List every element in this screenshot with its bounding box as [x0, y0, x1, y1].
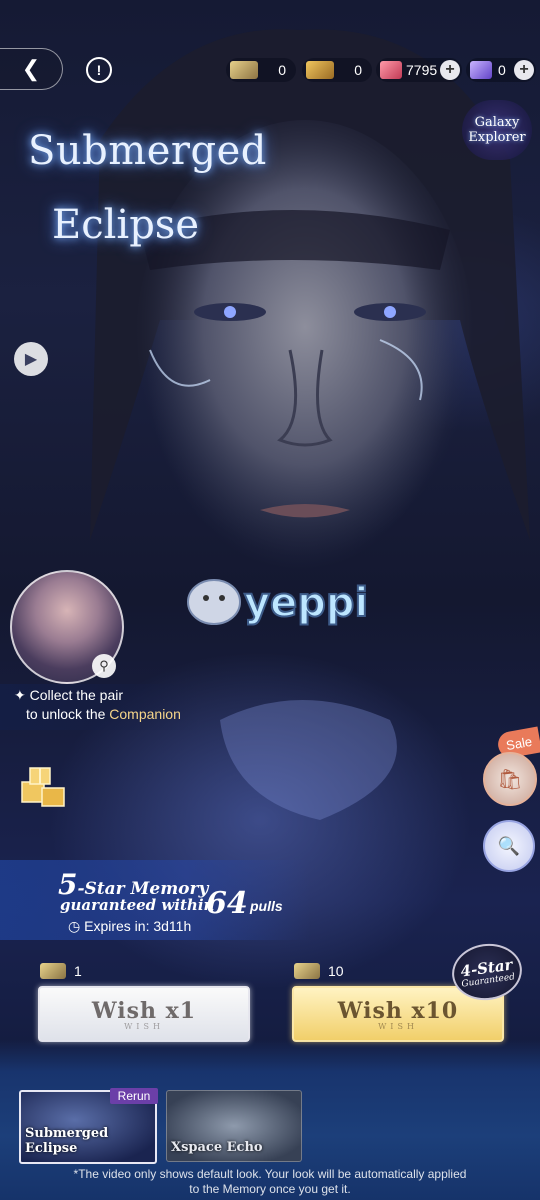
disclaimer: *The video only shows default look. Your…	[20, 1167, 520, 1197]
wish-x10-sub: WISH	[378, 1021, 418, 1031]
search-icon: ⚲	[99, 658, 109, 673]
wish-x10-label: Wish x10	[337, 997, 459, 1024]
ticket-icon	[230, 61, 258, 79]
disclaimer-line2: to the Memory once you get it.	[189, 1182, 351, 1196]
wish-record-button[interactable]: 🔍	[483, 820, 535, 872]
companion-preview-button[interactable]: ⚲	[92, 654, 116, 678]
info-button[interactable]: !	[86, 57, 112, 83]
back-button[interactable]: ❮	[0, 48, 63, 90]
companion-line2-highlight: Companion	[109, 706, 181, 722]
shop-button[interactable]: 🛍	[483, 752, 537, 806]
expires-text: Expires in: 3d11h	[84, 918, 192, 934]
companion-line1-text: Collect the pair	[29, 687, 124, 703]
play-video-button[interactable]: ▶	[14, 342, 48, 376]
rerun-badge: Rerun	[110, 1088, 158, 1104]
shopping-bag-icon: 🛍	[497, 768, 523, 791]
companion-hint-line2: to unlock the Companion	[14, 705, 200, 724]
gift-icon[interactable]	[14, 760, 70, 816]
ticket-icon	[40, 963, 66, 979]
galaxy-explorer-button[interactable]: Galaxy Explorer	[462, 100, 532, 160]
galaxy-label-line1: Galaxy	[474, 115, 520, 130]
clock-icon: ◷	[68, 918, 81, 934]
tab-xspace-label: Xspace Echo	[171, 1140, 263, 1155]
galaxy-label-line2: Explorer	[468, 130, 526, 145]
ruby-icon	[380, 61, 402, 79]
ruby-count: 7795	[406, 62, 438, 78]
wish-x1-label: Wish x1	[91, 997, 197, 1024]
tab-xspace-echo[interactable]: Xspace Echo	[166, 1090, 302, 1162]
gold-ticket-icon	[306, 61, 334, 79]
tab-submerged-label: Submerged Eclipse	[25, 1126, 109, 1156]
gacha-screen: yeppi ❮ ! 0 0 7795 + 0 + Submerged Eclip…	[0, 0, 540, 1200]
wish1-cost-value: 1	[74, 963, 82, 979]
wish10-cost: 10	[294, 962, 344, 980]
companion-hint: ✦ Collect the pair to unlock the Compani…	[0, 684, 200, 730]
exclamation-icon: !	[96, 62, 102, 78]
crystal-count: 0	[498, 62, 506, 78]
currency-crystal: 0 +	[466, 58, 536, 82]
wish-x1-button[interactable]: Wish x1 WISH	[38, 986, 250, 1042]
banner-title-line2: Eclipse	[52, 202, 199, 248]
companion-hint-line1: ✦ Collect the pair	[14, 687, 124, 703]
ticket-icon	[294, 963, 320, 979]
watermark-logo: yeppi	[187, 579, 369, 627]
gold-ticket-count: 0	[354, 62, 362, 78]
document-search-icon: 🔍	[497, 835, 521, 856]
play-icon: ▶	[24, 351, 38, 368]
add-ruby-button[interactable]: +	[440, 60, 460, 80]
wish1-cost: 1	[40, 962, 82, 980]
companion-line2-prefix: to unlock the	[26, 706, 106, 722]
pity-banner: 5-Star Memory guaranteed within 64 pulls…	[0, 860, 310, 940]
banner-title-line1: Submerged	[28, 128, 267, 174]
disclaimer-line1: *The video only shows default look. Your…	[73, 1167, 467, 1181]
ticket-count: 0	[278, 62, 286, 78]
wish-x1-sub: WISH	[124, 1021, 164, 1031]
expires-row: ◷ Expires in: 3d11h	[68, 918, 191, 935]
currency-ruby: 7795 +	[376, 58, 462, 82]
currency-ticket: 0	[226, 58, 296, 82]
watermark-text: yeppi	[244, 580, 368, 626]
pity-subtitle: guaranteed within	[60, 896, 215, 914]
chevron-left-icon: ❮	[21, 56, 41, 81]
currency-gold-ticket: 0	[302, 58, 372, 82]
pity-suffix: pulls	[250, 898, 283, 914]
wish10-cost-value: 10	[328, 963, 344, 979]
crystal-icon	[470, 61, 492, 79]
pity-count: 64	[206, 886, 248, 921]
add-crystal-button[interactable]: +	[514, 60, 534, 80]
